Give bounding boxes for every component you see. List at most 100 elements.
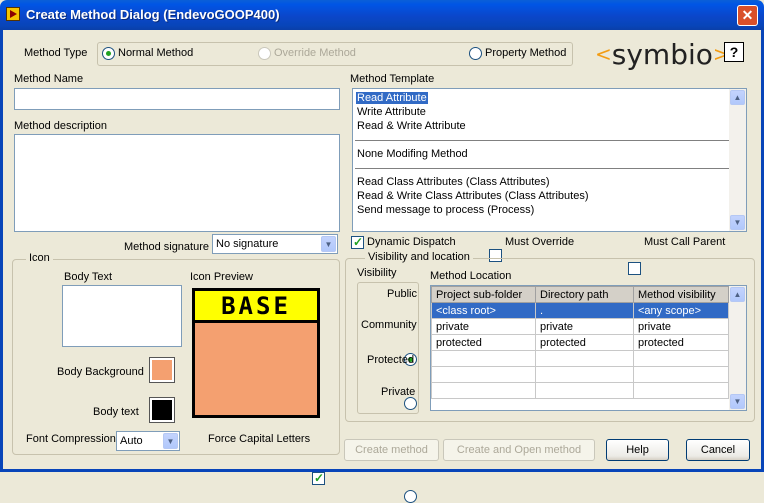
template-separator xyxy=(355,168,729,169)
body-background-color-picker[interactable] xyxy=(149,357,175,383)
template-item-write-attribute[interactable]: Write Attribute xyxy=(357,106,426,118)
font-compression-select[interactable]: Auto ▼ xyxy=(116,431,180,451)
table-row[interactable]: protected protected protected xyxy=(431,334,729,351)
body-text-input[interactable] xyxy=(62,285,182,347)
dynamic-dispatch-checkbox[interactable] xyxy=(351,235,364,249)
must-call-parent-label[interactable]: Must Call Parent xyxy=(644,236,725,248)
body-text-swatch xyxy=(152,400,172,420)
method-signature-select[interactable]: No signature ▼ xyxy=(212,234,338,254)
method-description-label: Method description xyxy=(14,120,107,132)
radio-property-method[interactable] xyxy=(469,47,482,60)
method-template-label: Method Template xyxy=(350,73,435,85)
method-template-list[interactable]: Read Attribute Write Attribute Read & Wr… xyxy=(352,88,747,232)
body-text-label: Body Text xyxy=(64,271,113,283)
table-row[interactable] xyxy=(431,350,729,367)
template-item-read-attribute[interactable]: Read Attribute xyxy=(356,92,428,104)
radio-normal-indicator xyxy=(102,47,115,60)
scroll-up-icon[interactable]: ▲ xyxy=(730,287,745,302)
body-text-color-picker[interactable] xyxy=(149,397,175,423)
logo-left-bracket: < xyxy=(595,42,612,66)
template-item-read-class-attributes[interactable]: Read Class Attributes (Class Attributes) xyxy=(357,176,550,188)
table-row[interactable]: <class root> . <any scope> xyxy=(431,302,729,319)
method-location-label: Method Location xyxy=(430,270,512,282)
method-signature-value: No signature xyxy=(216,238,279,250)
location-scrollbar[interactable]: ▲ ▼ xyxy=(729,286,746,410)
table-cell: private xyxy=(633,318,729,335)
visibility-community-radio[interactable] xyxy=(404,397,417,410)
radio-override-indicator xyxy=(258,47,271,60)
template-item-none-modifing[interactable]: None Modifing Method xyxy=(357,148,468,160)
must-override-label[interactable]: Must Override xyxy=(505,236,574,248)
template-item-send-message[interactable]: Send message to process (Process) xyxy=(357,204,534,216)
icon-group-label: Icon xyxy=(26,252,53,264)
help-button[interactable]: Help xyxy=(606,439,669,461)
table-cell: private xyxy=(431,318,536,335)
table-row[interactable]: private private private xyxy=(431,318,729,335)
table-cell xyxy=(633,366,729,383)
table-cell: private xyxy=(535,318,634,335)
table-cell xyxy=(633,382,729,399)
help-icon[interactable]: ? xyxy=(724,42,744,62)
table-row[interactable] xyxy=(431,382,729,399)
template-item-read-write-attribute[interactable]: Read & Write Attribute xyxy=(357,120,466,132)
radio-property-indicator xyxy=(469,47,482,60)
radio-property-label[interactable]: Property Method xyxy=(485,47,566,59)
table-cell: <any scope> xyxy=(633,302,729,319)
force-capital-checkbox[interactable] xyxy=(312,471,325,485)
icon-banner-text: BASE xyxy=(195,291,317,323)
table-cell: protected xyxy=(431,334,536,351)
chevron-down-icon: ▼ xyxy=(163,433,178,449)
table-header-row: Project sub-folder Directory path Method… xyxy=(431,286,729,303)
method-location-table[interactable]: Project sub-folder Directory path Method… xyxy=(430,285,747,411)
method-description-input[interactable] xyxy=(14,134,340,232)
method-name-label: Method Name xyxy=(14,73,84,85)
chevron-down-icon: ▼ xyxy=(321,236,336,252)
body-text-color-label: Body text xyxy=(93,406,139,418)
column-header[interactable]: Project sub-folder xyxy=(431,286,536,303)
table-cell: <class root> xyxy=(431,302,536,319)
icon-preview: BASE xyxy=(192,288,320,418)
window-title: Create Method Dialog (EndevoGOOP400) xyxy=(26,7,280,22)
radio-override-label[interactable]: Override Method xyxy=(274,47,356,59)
column-header[interactable]: Directory path xyxy=(535,286,634,303)
radio-normal-method[interactable] xyxy=(102,47,115,60)
visibility-public-label[interactable]: Public xyxy=(387,288,417,300)
close-button[interactable]: ✕ xyxy=(737,5,758,26)
method-name-input[interactable] xyxy=(14,88,340,110)
font-compression-label: Font Compression xyxy=(26,433,116,445)
create-method-button[interactable]: Create method xyxy=(344,439,439,461)
body-background-swatch xyxy=(152,360,172,380)
create-and-open-method-button[interactable]: Create and Open method xyxy=(443,439,595,461)
table-cell xyxy=(431,366,536,383)
dynamic-dispatch-label[interactable]: Dynamic Dispatch xyxy=(367,236,456,248)
scroll-down-icon[interactable]: ▼ xyxy=(730,215,745,230)
radio-normal-label[interactable]: Normal Method xyxy=(118,47,193,59)
radio-override-method[interactable] xyxy=(258,47,271,60)
font-compression-value: Auto xyxy=(120,435,143,447)
visibility-location-label: Visibility and location xyxy=(365,251,473,263)
table-cell: protected xyxy=(535,334,634,351)
scroll-down-icon[interactable]: ▼ xyxy=(730,394,745,409)
body-background-label: Body Background xyxy=(57,366,144,378)
visibility-private-label[interactable]: Private xyxy=(381,386,415,398)
table-cell xyxy=(633,350,729,367)
table-cell xyxy=(535,366,634,383)
symbio-logo: <symbio> xyxy=(595,38,730,71)
app-icon xyxy=(6,7,20,21)
column-header[interactable]: Method visibility xyxy=(633,286,729,303)
icon-preview-label: Icon Preview xyxy=(190,271,253,283)
visibility-protected-label[interactable]: Protected xyxy=(367,354,414,366)
template-scrollbar[interactable]: ▲ ▼ xyxy=(729,89,746,231)
visibility-private-radio[interactable] xyxy=(404,490,417,503)
visibility-community-label[interactable]: Community xyxy=(361,319,417,331)
table-cell xyxy=(535,382,634,399)
cancel-button[interactable]: Cancel xyxy=(686,439,750,461)
table-cell xyxy=(431,350,536,367)
template-item-read-write-class-attributes[interactable]: Read & Write Class Attributes (Class Att… xyxy=(357,190,589,202)
visibility-label: Visibility xyxy=(357,267,397,279)
close-icon: ✕ xyxy=(741,7,754,23)
table-row[interactable] xyxy=(431,366,729,383)
table-cell: . xyxy=(535,302,634,319)
force-capital-label[interactable]: Force Capital Letters xyxy=(208,433,310,445)
scroll-up-icon[interactable]: ▲ xyxy=(730,90,745,105)
